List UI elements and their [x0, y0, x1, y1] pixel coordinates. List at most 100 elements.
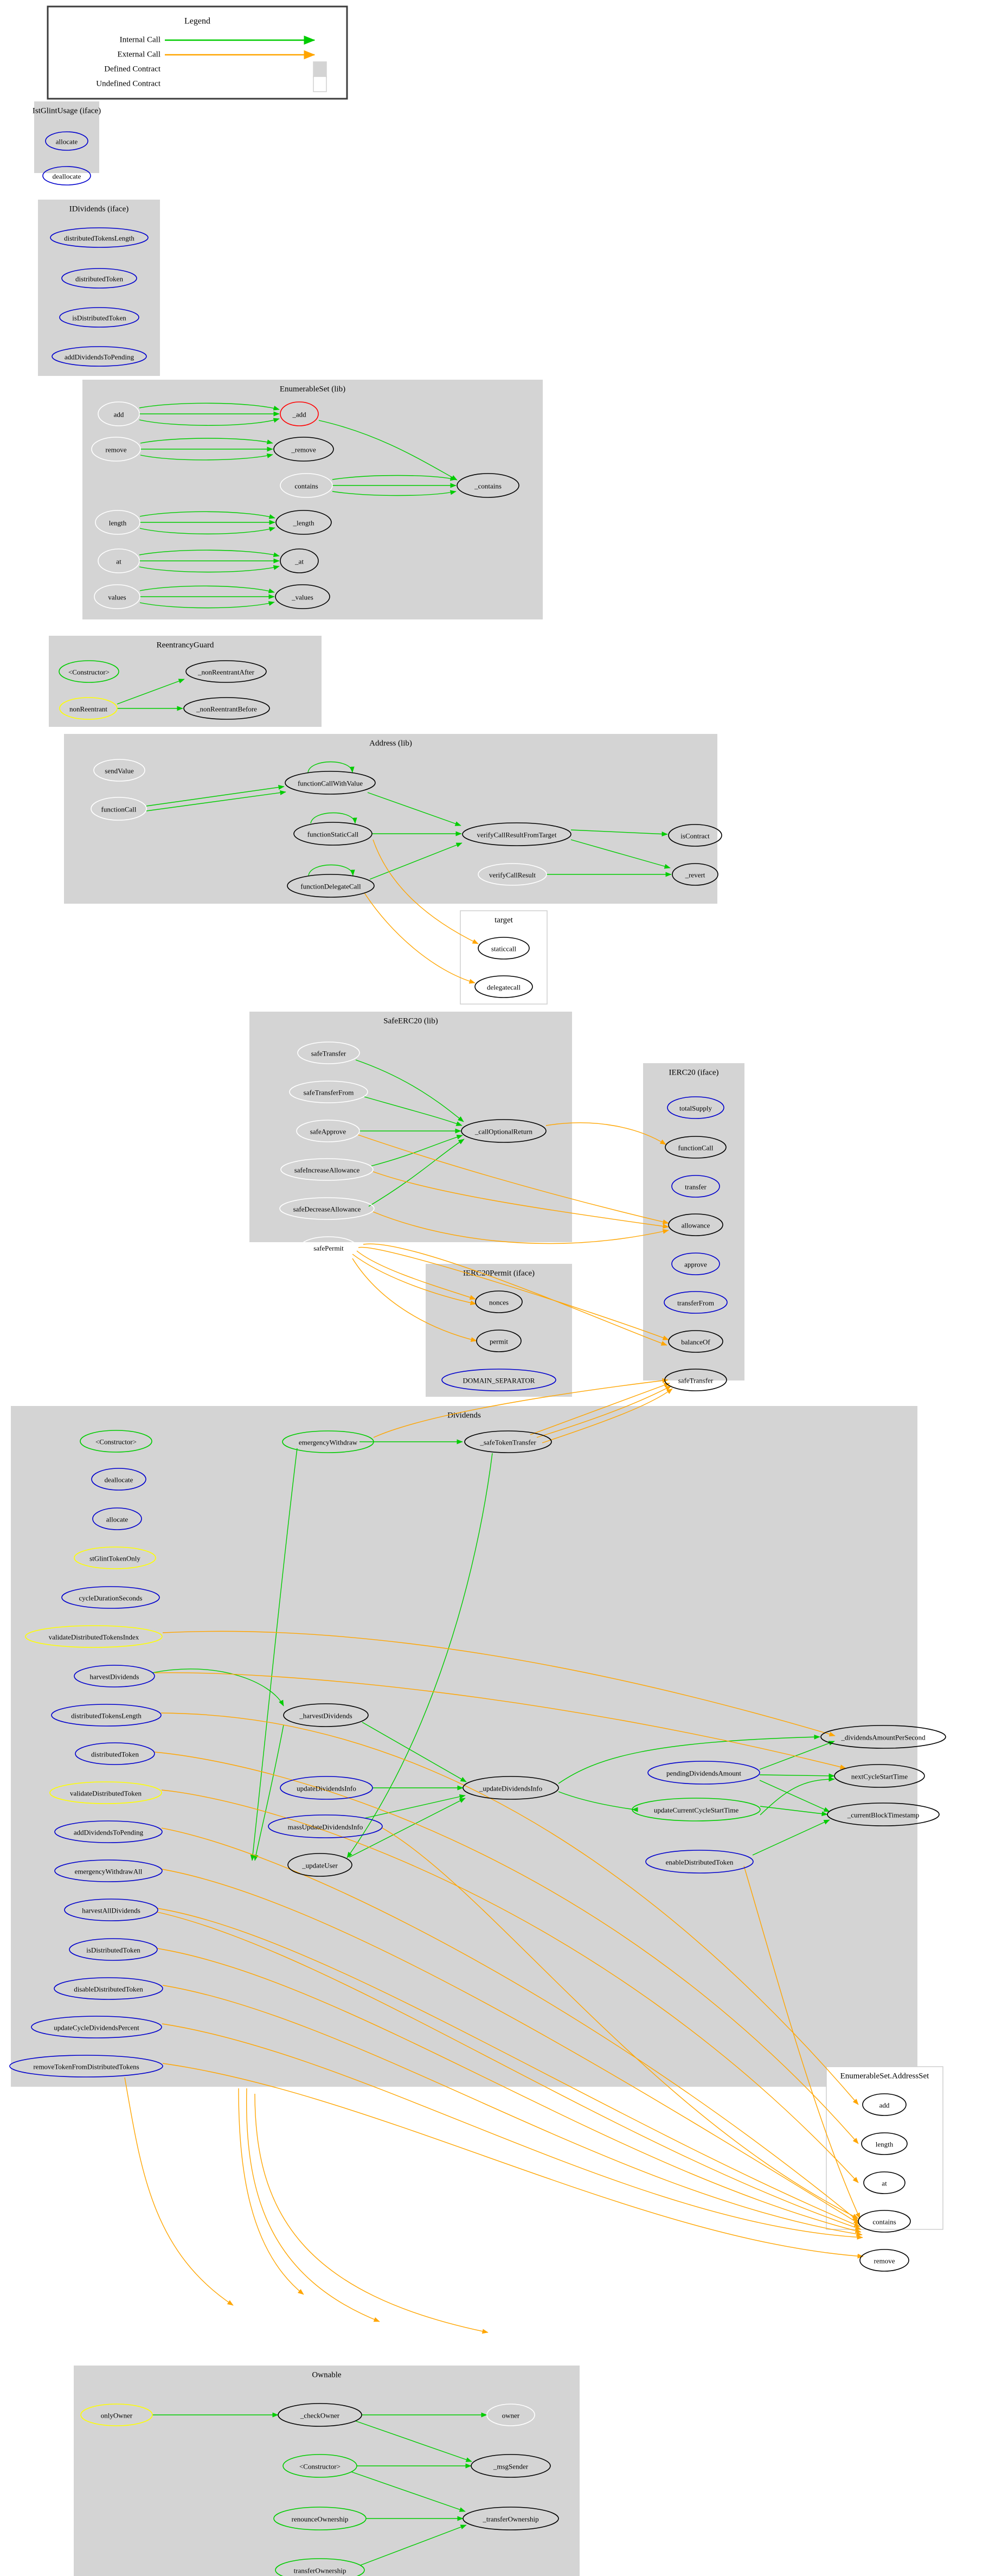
cluster-title-idividends: IDividends (iface)	[69, 204, 129, 213]
node-label-ow_onlyowner: onlyOwner	[101, 2412, 133, 2420]
node-label-dv_emergwdall: emergencyWithdrawAll	[75, 1868, 143, 1876]
node-label-rg_before: _nonReentrantBefore	[196, 705, 257, 713]
node-label-dv_dtl: distributedTokensLength	[71, 1712, 142, 1720]
cluster-title-target: target	[494, 916, 513, 924]
node-label-isgu_deallocate: deallocate	[53, 172, 81, 181]
node-label-dv_removetoken: removeTokenFromDistributedTokens	[33, 2063, 139, 2071]
node-label-rg_nonreentrant: nonReentrant	[69, 705, 107, 713]
node-label-ad_sendvalue: sendValue	[105, 767, 134, 775]
node-label-es__length: _length	[293, 519, 314, 527]
cluster-title-istglintusage: IstGlintUsage (iface)	[33, 106, 101, 115]
node-label-ip_nonces: nonces	[489, 1299, 509, 1307]
node-label-ie_transferfrom: transferFrom	[677, 1299, 714, 1307]
node-label-as_remove: remove	[874, 2257, 895, 2265]
external-call-edge-32	[246, 2088, 380, 2322]
node-label-ow_msgsender: _msgSender	[493, 2463, 529, 2471]
node-label-ow_renounce: renounceOwnership	[292, 2515, 349, 2523]
node-label-es_contains: contains	[294, 482, 318, 490]
external-call-edge-33	[254, 2093, 489, 2334]
node-label-ad_vcr: verifyCallResult	[489, 871, 536, 879]
cluster-enumerableset	[82, 380, 543, 619]
node-label-rg_ctor: <Constructor>	[68, 668, 110, 676]
node-label-ad_fdc: functionDelegateCall	[300, 883, 361, 891]
node-label-ie_transfer: transfer	[685, 1183, 707, 1191]
node-label-dv_safetokentransfer: _safeTokenTransfer	[479, 1439, 536, 1447]
node-label-es__values: _values	[291, 593, 313, 602]
node-label-dv_currentblock: _currentBlockTimestamp	[847, 1811, 919, 1819]
node-label-dv_emergwd: emergencyWithdraw	[299, 1439, 358, 1447]
node-label-ad_functioncall: functionCall	[101, 806, 137, 814]
cluster-dividends	[11, 1406, 917, 2087]
node-label-as_at: at	[882, 2179, 887, 2188]
legend-swatch-2	[313, 61, 327, 78]
node-label-ow_ctor: <Constructor>	[299, 2463, 341, 2471]
node-label-es_length: length	[109, 519, 127, 527]
node-label-dv_harvestdividends: harvestDividends	[90, 1673, 139, 1681]
node-label-as_length: length	[876, 2140, 894, 2149]
node-label-dv_validateindex: validateDistributedTokensIndex	[49, 1633, 139, 1641]
cluster-title-safeerc20: SafeERC20 (lib)	[383, 1017, 438, 1025]
node-label-dv_ctor: <Constructor>	[95, 1438, 137, 1446]
node-label-dv_allocate: allocate	[106, 1516, 129, 1524]
node-label-se_safedecrease: safeDecreaseAllowance	[293, 1205, 361, 1213]
node-label-dv__harvestdividends: _harvestDividends	[299, 1712, 352, 1720]
node-label-ie_functioncall: functionCall	[678, 1144, 714, 1152]
node-label-idv_dtl: distributedTokensLength	[64, 234, 134, 242]
node-label-dv_validatetoken: validateDistributedToken	[70, 1789, 142, 1798]
node-label-tg_delegatecall: delegatecall	[487, 983, 521, 992]
cluster-address	[64, 734, 717, 904]
node-label-ow_checkowner: _checkOwner	[300, 2412, 340, 2420]
node-label-ie_approve: approve	[684, 1261, 707, 1269]
node-label-ow_transferownership: transferOwnership	[294, 2567, 346, 2575]
cluster-title-ownable: Ownable	[312, 2370, 341, 2379]
node-label-tg_staticcall: staticcall	[491, 945, 517, 953]
node-label-as_contains: contains	[872, 2218, 896, 2226]
node-label-idv_addpend: addDividendsToPending	[65, 353, 134, 361]
cluster-title-ierc20: IERC20 (iface)	[669, 1068, 718, 1077]
cluster-title-dividends: Dividends	[447, 1411, 481, 1420]
node-label-dv_nextcycle: nextCycleStartTime	[851, 1773, 908, 1781]
cluster-ownable	[74, 2366, 580, 2576]
legend-title: Legend	[184, 17, 210, 26]
node-label-ie_allowance: allowance	[682, 1222, 710, 1230]
graph-svg: IstGlintUsage (iface) IDividends (iface) E…	[9, 5, 946, 2576]
legend-label-3: Undefined Contract	[96, 79, 161, 88]
legend-label-2: Defined Contract	[104, 65, 161, 73]
node-label-dv_updatecyclestart: updateCurrentCycleStartTime	[654, 1806, 738, 1814]
legend-label-0: Internal Call	[120, 35, 160, 44]
node-label-es_remove: remove	[106, 446, 127, 454]
node-label-dv_enabledt: enableDistributedToken	[666, 1858, 734, 1867]
node-label-ad_iscontract: isContract	[680, 832, 710, 840]
node-label-se_safepermit: safePermit	[313, 1244, 344, 1252]
node-label-ow_transferownership2: _transferOwnership	[482, 2515, 538, 2523]
node-label-ow_owner: owner	[502, 2412, 520, 2420]
node-label-ad_revert: _revert	[685, 871, 705, 879]
node-label-dv_updateuser: _updateUser	[301, 1862, 338, 1870]
node-label-se_safetransferfrom: safeTransferFrom	[304, 1089, 354, 1097]
node-label-ie_balanceof: balanceOf	[681, 1338, 710, 1346]
node-label-dv_stglintonly: stGlintTokenOnly	[89, 1555, 140, 1563]
node-label-ie_safetransfer: safeTransfer	[678, 1377, 714, 1385]
call-graph-canvas: IstGlintUsage (iface) IDividends (iface) E…	[0, 0, 989, 2576]
node-label-rg_after: _nonReentrantAfter	[197, 668, 255, 676]
cluster-title-addressset: EnumerableSet.AddressSet	[840, 2072, 930, 2080]
node-label-se_safeincrease: safeIncreaseAllowance	[294, 1166, 360, 1174]
node-label-es__remove: _remove	[291, 446, 316, 454]
node-label-ad_fcwv: functionCallWithValue	[298, 779, 363, 788]
node-label-dv_updatepct: updateCycleDividendsPercent	[54, 2024, 139, 2032]
node-label-ad_fsc: functionStaticCall	[307, 830, 359, 839]
node-label-ip_permit: permit	[490, 1338, 508, 1346]
node-label-es_at: at	[116, 558, 121, 566]
node-label-es__contains: _contains	[474, 482, 502, 490]
node-label-es_add: add	[114, 411, 124, 419]
node-label-se_callopt: _callOptionalReturn	[474, 1128, 533, 1136]
cluster-title-reentrancyguard: ReentrancyGuard	[157, 641, 214, 649]
cluster-title-address: Address (lib)	[369, 739, 412, 747]
node-label-es__add: _add	[292, 411, 306, 419]
node-label-idv_idt: isDistributedToken	[72, 314, 126, 322]
node-label-isgu_allocate: allocate	[56, 138, 78, 146]
node-label-se_safetransfer: safeTransfer	[311, 1050, 346, 1058]
node-label-es_values: values	[108, 593, 126, 602]
node-label-dv_disabledt: disableDistributedToken	[74, 1985, 143, 1993]
node-label-dv_addpend: addDividendsToPending	[74, 1829, 144, 1837]
